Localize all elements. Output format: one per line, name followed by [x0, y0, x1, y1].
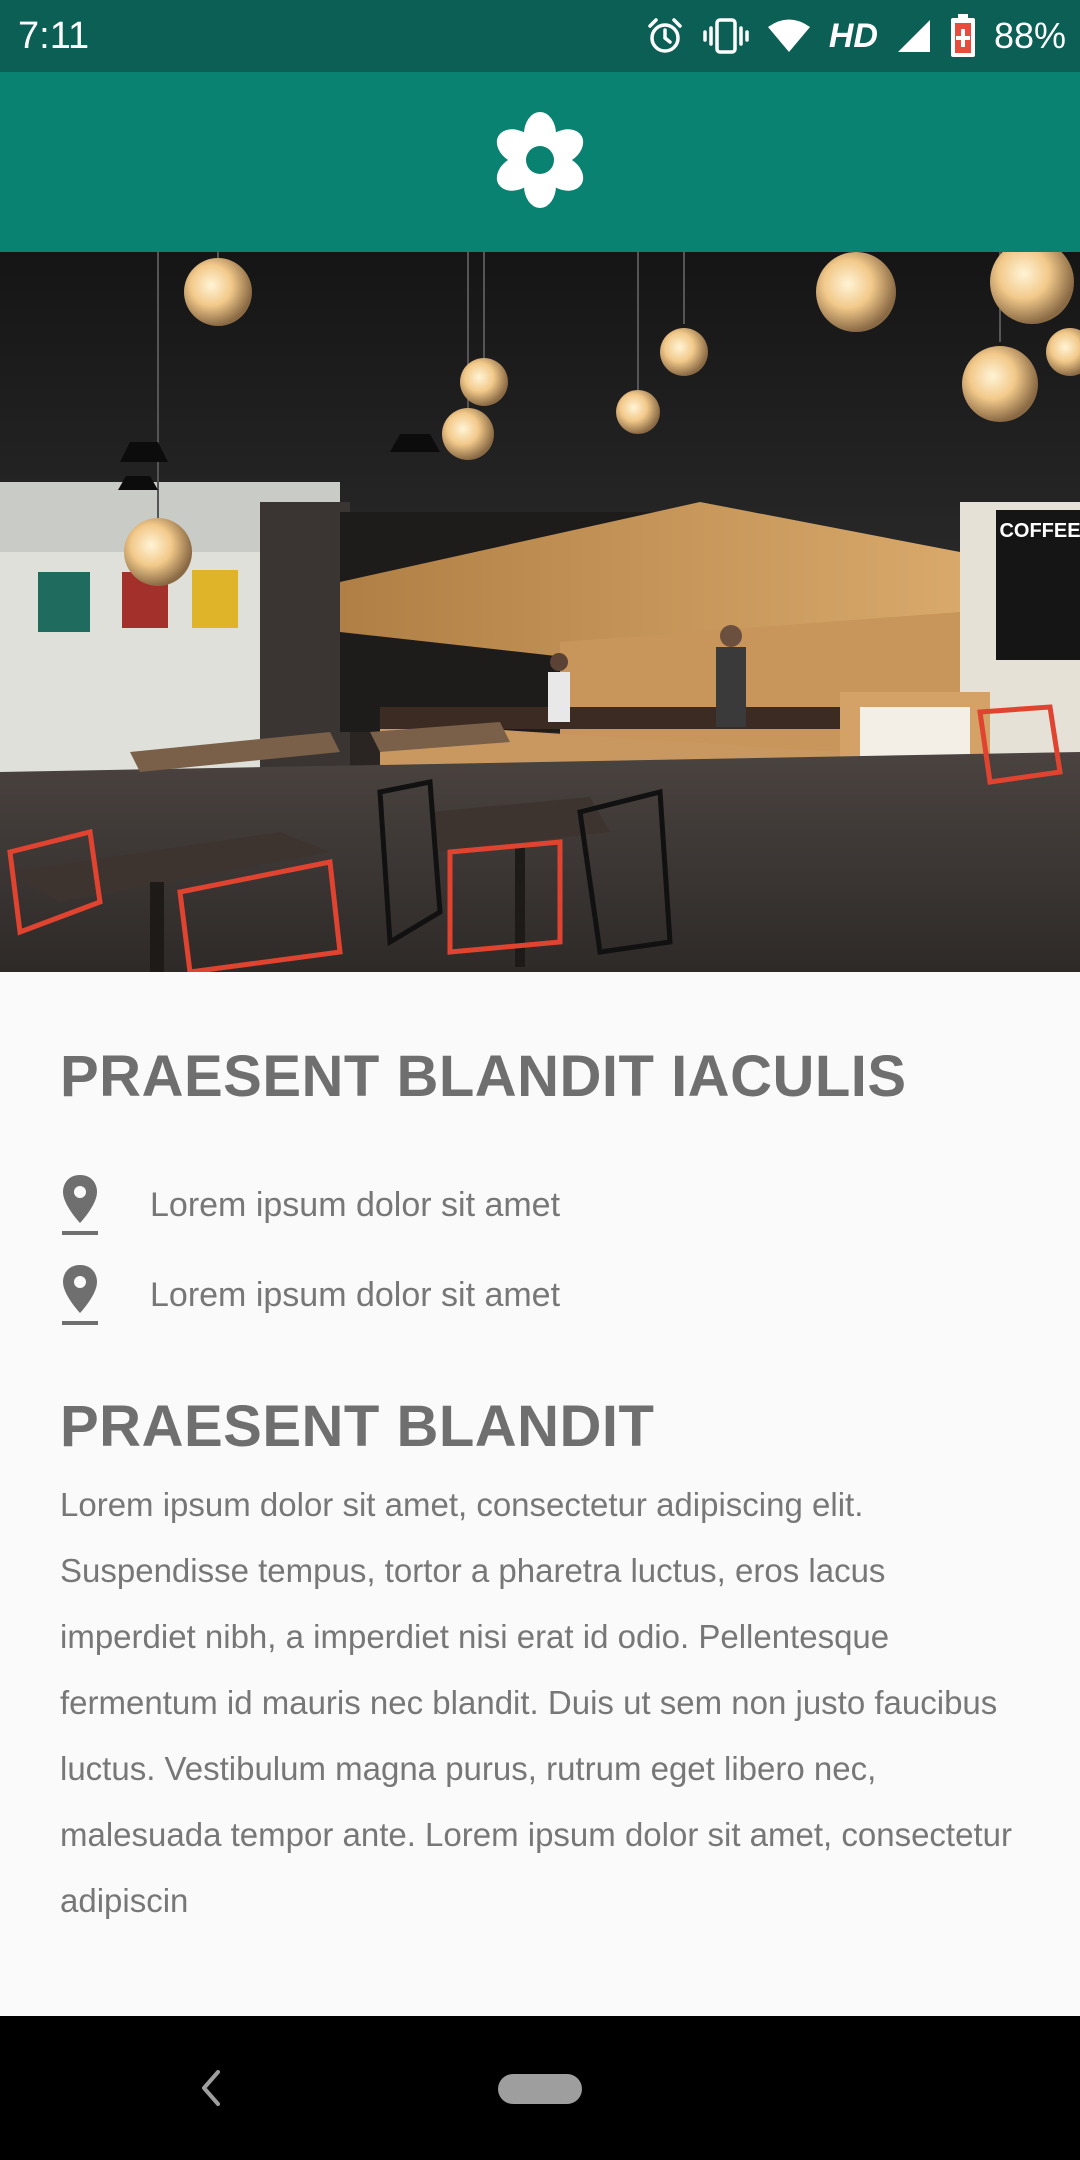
hero-image: APANA COFFEE [0, 252, 1080, 972]
description-paragraph: Lorem ipsum dolor sit amet, consectetur … [60, 1486, 1012, 1919]
cafe-interior-photo: APANA COFFEE [0, 252, 1080, 972]
battery-icon [950, 14, 976, 58]
back-chevron-icon[interactable] [190, 2062, 230, 2114]
alarm-icon [645, 16, 685, 56]
flower-icon [494, 110, 586, 215]
svg-text:COFFEE: COFFEE [999, 520, 1080, 542]
status-bar: 7:11 HD 88% [0, 0, 1080, 72]
wifi-icon [767, 18, 811, 54]
vibrate-icon [703, 16, 749, 56]
page-title: PRAESENT BLANDIT IACULIS [60, 1044, 907, 1109]
location-pin-icon [60, 1260, 120, 1330]
content-section: PRAESENT BLANDIT IACULIS Lorem ipsum dol… [0, 972, 1080, 2016]
status-time: 7:11 [18, 15, 90, 57]
location-text: Lorem ipsum dolor sit amet [150, 1275, 561, 1314]
location-row: Lorem ipsum dolor sit amet [60, 1170, 1020, 1240]
location-row: Lorem ipsum dolor sit amet [60, 1260, 1020, 1330]
system-nav-bar [0, 2016, 1080, 2160]
battery-percent: 88% [993, 15, 1066, 56]
section-heading: PRAESENT BLANDIT [60, 1394, 655, 1459]
home-pill-icon[interactable] [498, 2074, 582, 2104]
location-text: Lorem ipsum dolor sit amet [150, 1185, 561, 1224]
location-pin-icon [60, 1170, 120, 1240]
network-type-label: HD [828, 16, 878, 55]
signal-icon [896, 18, 932, 54]
status-icons: HD 88% [645, 8, 1066, 64]
app-bar [0, 72, 1080, 252]
